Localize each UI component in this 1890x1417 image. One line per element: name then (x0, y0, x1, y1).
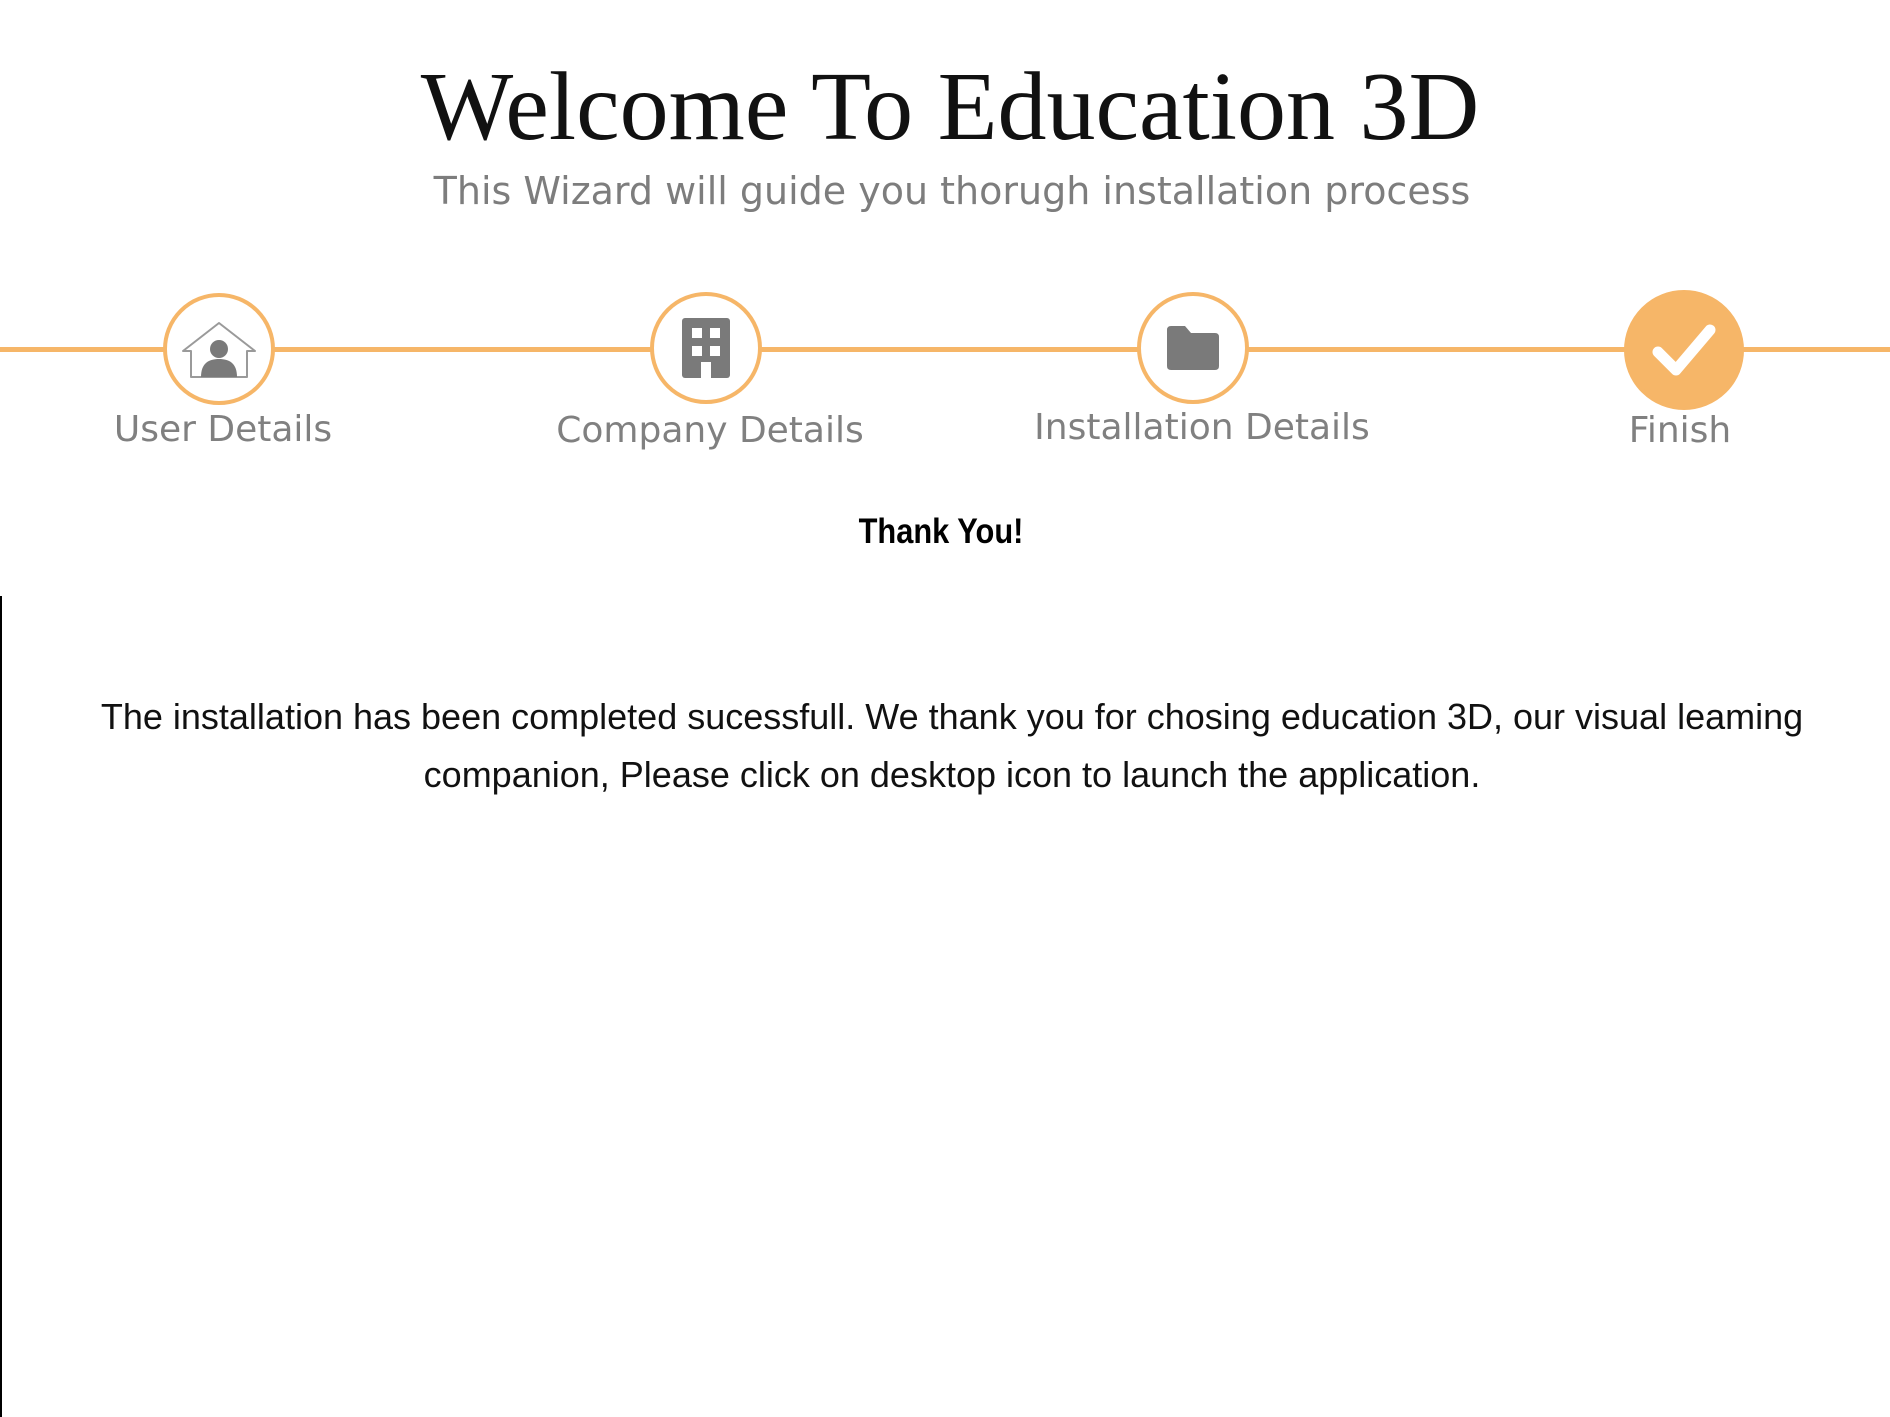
folder-icon (1165, 324, 1221, 372)
checkmark-icon (1652, 322, 1716, 378)
step-user-details[interactable] (163, 293, 275, 405)
page-title: Welcome To Education 3D (420, 53, 1480, 161)
building-icon (680, 316, 732, 380)
step-label-installation-details: Installation Details (1034, 407, 1370, 448)
thank-you-heading: Thank You! (858, 512, 1024, 551)
completion-message: The installation has been completed suce… (100, 696, 1804, 795)
page-subtitle: This Wizard will guide you thorugh insta… (433, 169, 1471, 213)
left-divider (0, 596, 2, 1417)
step-label-company-details: Company Details (556, 410, 864, 451)
wizard-progress-line (0, 347, 1890, 352)
step-label-finish: Finish (1628, 410, 1732, 451)
step-label-user-details: User Details (113, 409, 333, 450)
step-installation-details[interactable] (1137, 292, 1249, 404)
step-company-details[interactable] (650, 292, 762, 404)
user-home-icon (179, 317, 259, 381)
step-finish[interactable] (1624, 290, 1744, 410)
